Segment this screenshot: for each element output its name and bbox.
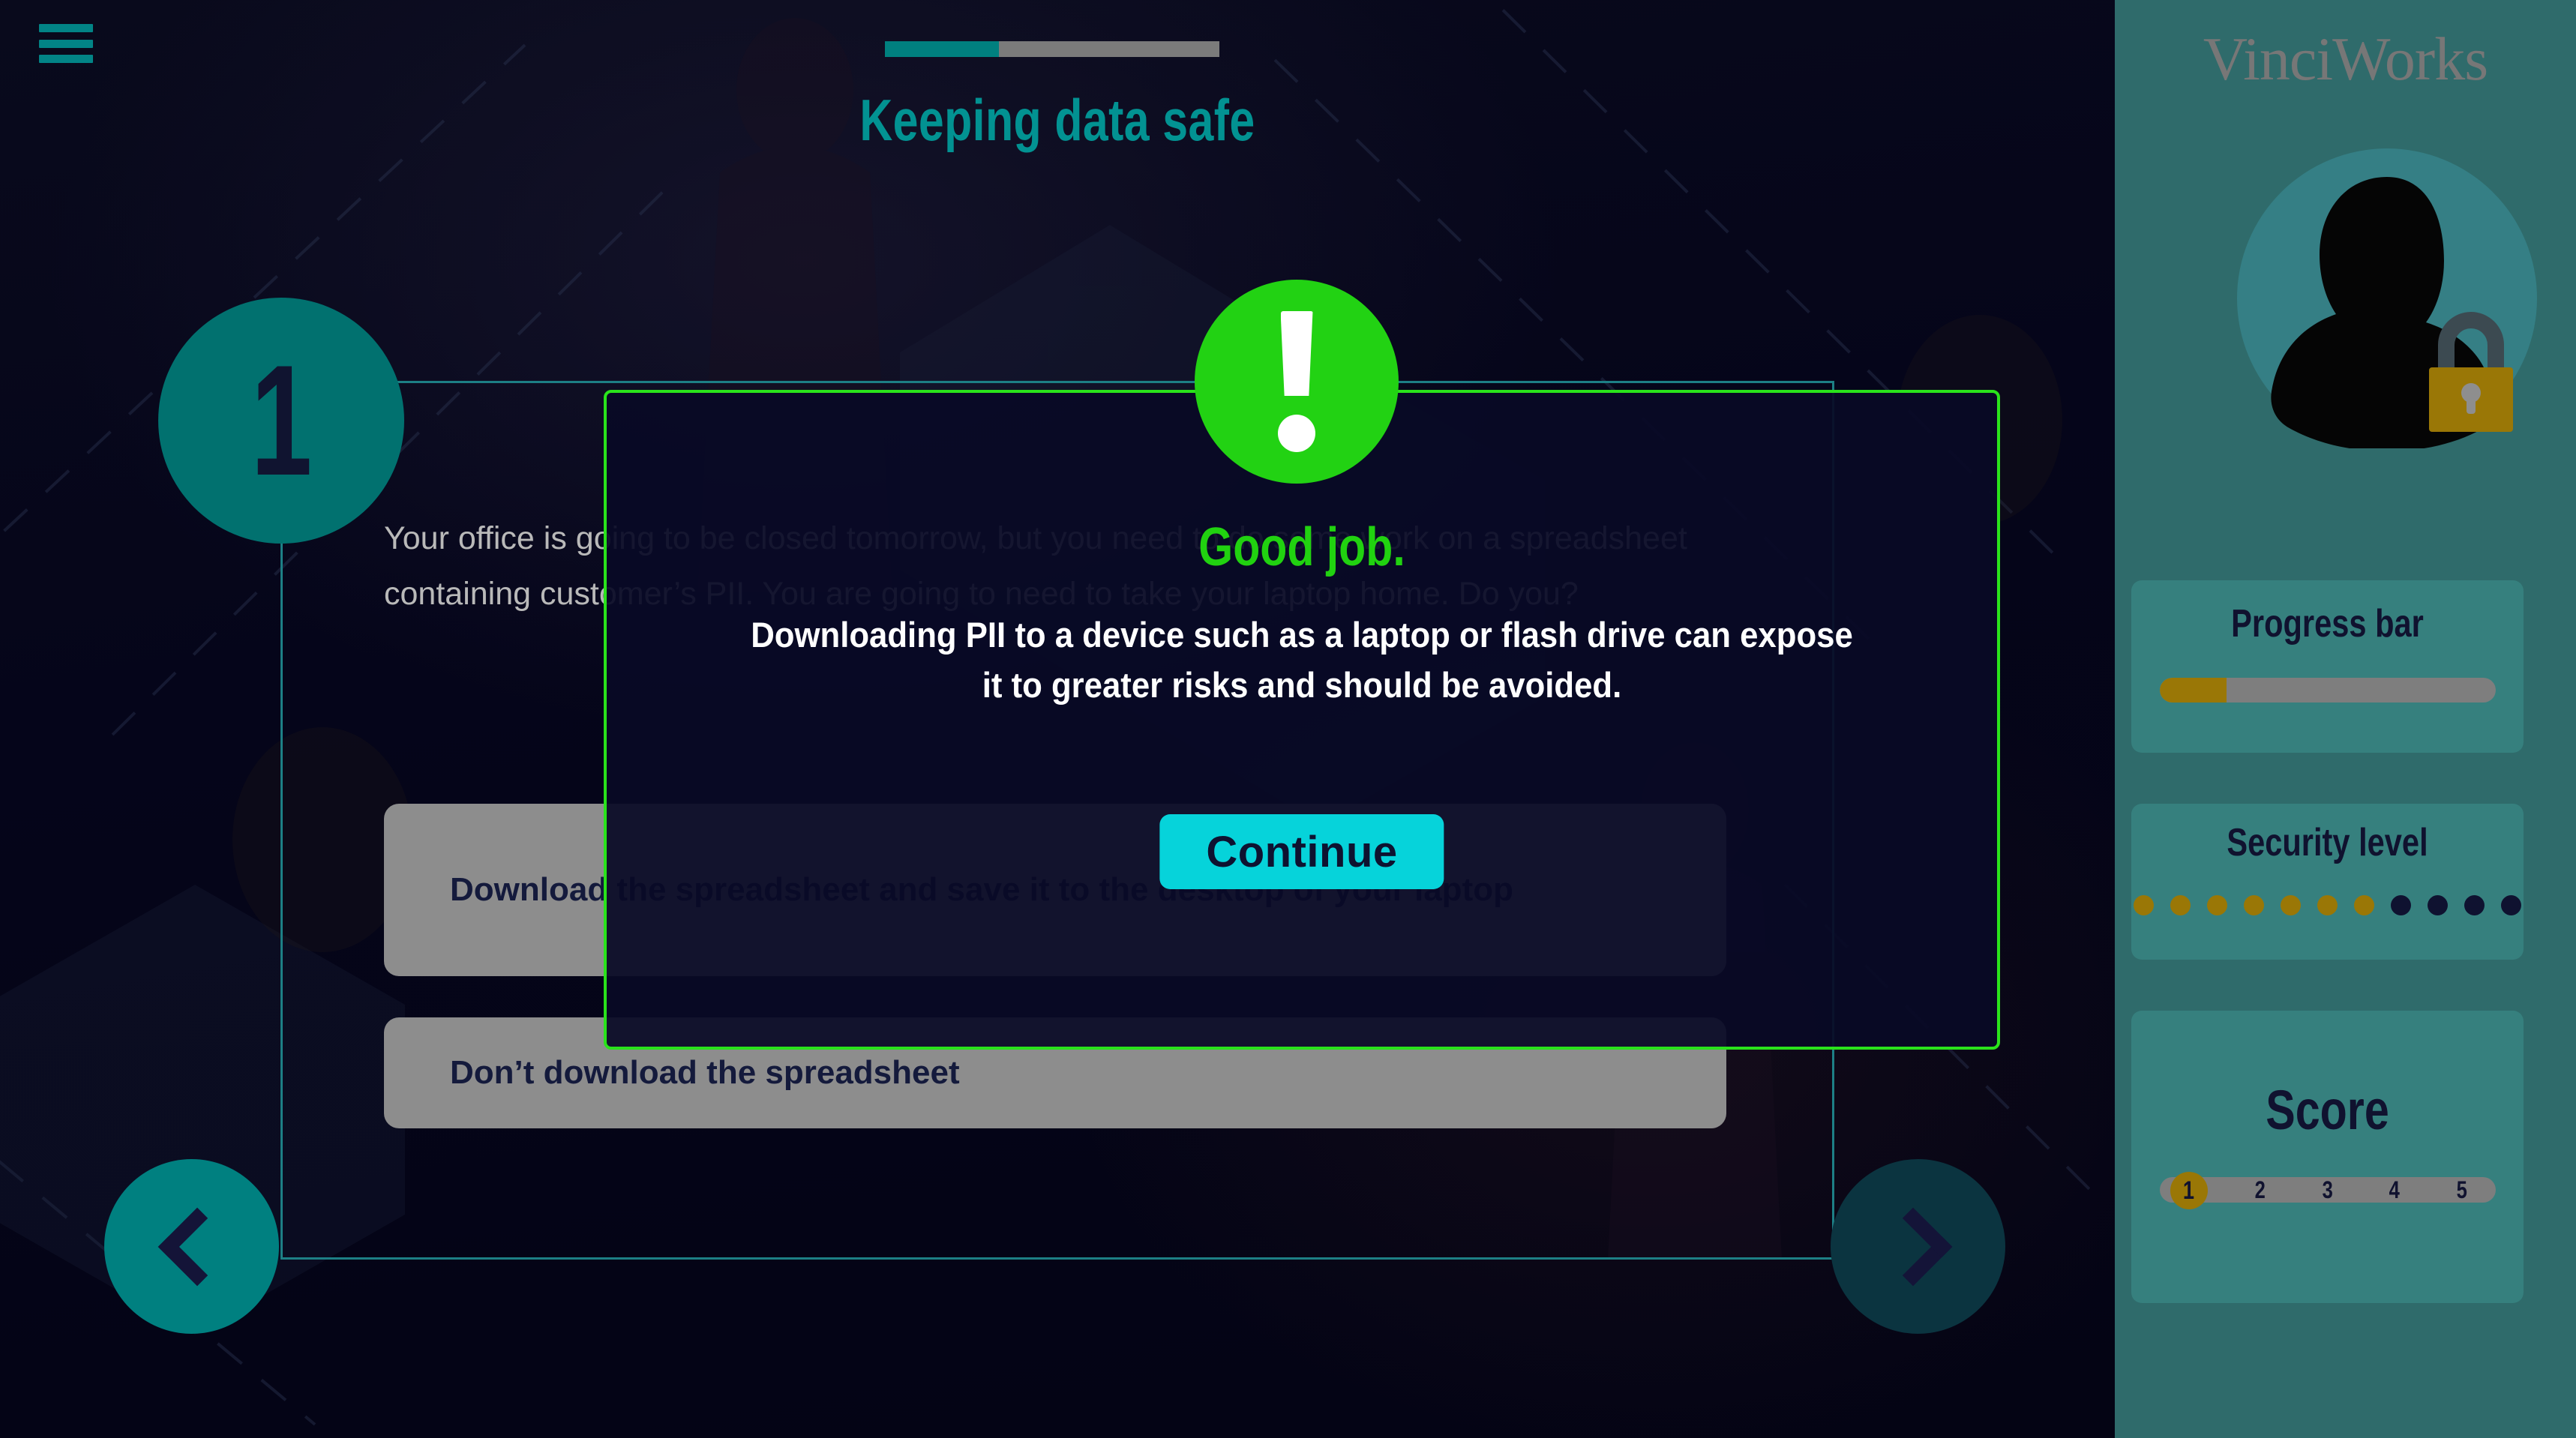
- score-current-value: 1: [2182, 1176, 2195, 1205]
- feedback-heading: Good job.: [1198, 517, 1405, 577]
- score-tick-label: 4: [2389, 1176, 2401, 1203]
- security-level-dot: [2207, 895, 2227, 915]
- hamburger-menu-icon[interactable]: [39, 24, 93, 63]
- status-sidebar: VinciWorks Progress bar Security level S…: [2115, 0, 2576, 1438]
- security-level-dot: [2317, 895, 2338, 915]
- hamburger-line: [39, 55, 93, 63]
- user-silhouette-icon: [2271, 177, 2513, 448]
- score-track: 1 2 3 4 5: [2159, 1176, 2496, 1203]
- score-panel: Score 1 2 3 4 5 1: [2131, 1011, 2524, 1303]
- score-current-marker: 1: [2170, 1172, 2208, 1209]
- security-level-dot: [2391, 895, 2411, 915]
- step-number-badge: 1: [158, 298, 404, 544]
- previous-button[interactable]: [104, 1159, 279, 1334]
- exclamation-dot: [1278, 415, 1315, 452]
- exclamation-bar: [1280, 311, 1313, 396]
- security-level-dot: [2244, 895, 2264, 915]
- avatar: [2237, 148, 2545, 448]
- progress-track: [2159, 678, 2496, 703]
- next-button[interactable]: [1831, 1159, 2005, 1334]
- feedback-body-text: Downloading PII to a device such as a la…: [751, 615, 1853, 705]
- security-panel-title: Security level: [2227, 821, 2428, 864]
- security-panel: Security level: [2131, 804, 2524, 960]
- score-track-wrap: 1 2 3 4 5 1: [2159, 1172, 2496, 1209]
- lesson-stage: Keeping data safe 1 Your office is going…: [0, 0, 2115, 1438]
- security-level-dot: [2464, 895, 2485, 915]
- course-progress-bar: [885, 41, 1219, 57]
- security-level-dot: [2354, 895, 2374, 915]
- progress-fill: [2159, 678, 2227, 703]
- security-level-dot: [2501, 895, 2521, 915]
- security-level-dot: [2428, 895, 2448, 915]
- security-level-dots: [2131, 895, 2524, 915]
- hamburger-line: [39, 24, 93, 32]
- feedback-modal: Good job. Downloading PII to a device su…: [604, 390, 2000, 1050]
- chevron-left-icon: [157, 1207, 236, 1286]
- security-level-dot: [2170, 895, 2191, 915]
- elearning-screen: Keeping data safe 1 Your office is going…: [0, 0, 2576, 1438]
- progress-panel: Progress bar: [2131, 580, 2524, 753]
- score-tick-label: 2: [2254, 1176, 2266, 1203]
- hamburger-line: [39, 39, 93, 48]
- page-title: Keeping data safe: [859, 87, 1255, 153]
- score-tick-label: 3: [2322, 1176, 2333, 1203]
- course-progress-fill: [885, 41, 999, 57]
- continue-button[interactable]: Continue: [1159, 814, 1444, 889]
- brand-logo: VinciWorks: [2203, 25, 2488, 93]
- score-tick-label: 5: [2456, 1176, 2467, 1203]
- chevron-right-icon: [1873, 1207, 1952, 1286]
- progress-panel-title: Progress bar: [2231, 602, 2424, 646]
- security-level-dot: [2281, 895, 2301, 915]
- security-level-dot: [2134, 895, 2154, 915]
- exclamation-mark-icon: [1195, 280, 1399, 484]
- score-panel-title: Score: [2266, 1079, 2389, 1141]
- step-number-label: 1: [250, 332, 312, 508]
